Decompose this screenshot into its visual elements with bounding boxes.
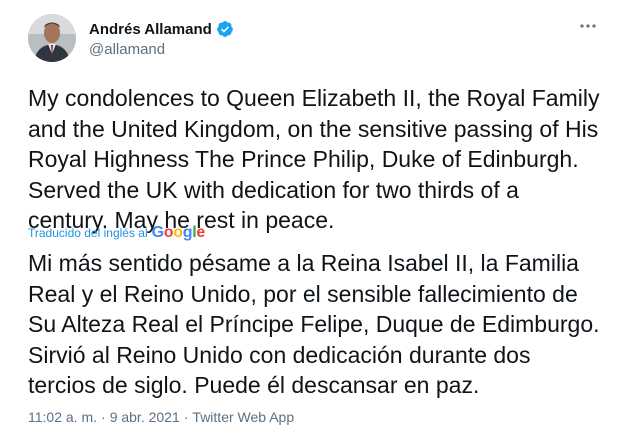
tweet-text: My condolences to Queen Elizabeth II, th… bbox=[28, 85, 600, 233]
google-logo-icon: Google bbox=[151, 224, 206, 241]
tweet-date[interactable]: 9 abr. 2021 bbox=[110, 409, 180, 425]
translation-attribution[interactable]: Traducido del inglés al Google bbox=[28, 224, 205, 242]
separator: · bbox=[183, 409, 189, 425]
avatar[interactable] bbox=[28, 14, 76, 62]
verified-badge-icon bbox=[216, 20, 234, 38]
avatar-photo-icon bbox=[28, 14, 76, 62]
name-row: Andrés Allamand bbox=[89, 20, 234, 38]
more-options-icon[interactable] bbox=[578, 16, 598, 36]
tweet-card: Andrés Allamand @allamand My condolences… bbox=[0, 0, 623, 435]
tweet-header: Andrés Allamand @allamand bbox=[28, 14, 598, 66]
separator: · bbox=[101, 409, 106, 425]
tweet-source[interactable]: Twitter Web App bbox=[192, 409, 294, 425]
display-name[interactable]: Andrés Allamand bbox=[89, 21, 212, 38]
translated-tweet-text: Mi más sentido pésame a la Reina Isabel … bbox=[28, 250, 600, 398]
translated-label: Traducido del inglés al bbox=[28, 226, 148, 240]
tweet-metadata: 11:02 a. m. · 9 abr. 2021 · Twitter Web App bbox=[28, 409, 294, 425]
tweet-time[interactable]: 11:02 a. m. bbox=[28, 409, 97, 425]
user-handle[interactable]: @allamand bbox=[89, 41, 165, 58]
